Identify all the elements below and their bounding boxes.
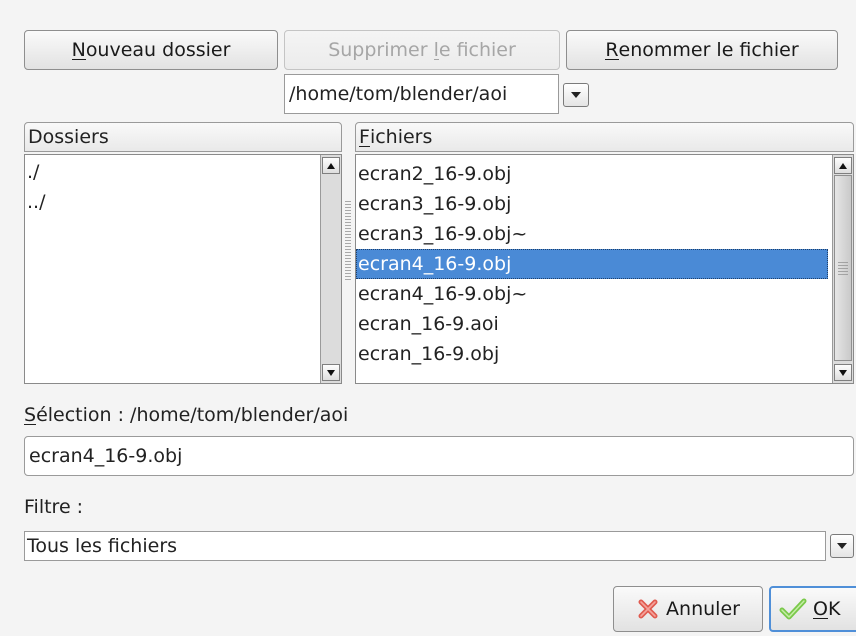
arrow-down-icon [839, 369, 847, 376]
file-item[interactable]: ecran2_16-9.obj [356, 159, 828, 189]
file-item[interactable]: ecran_16-9.obj [356, 339, 828, 369]
filter-label: Filtre : [24, 496, 84, 518]
folder-item[interactable]: ../ [25, 187, 319, 217]
folders-scroll-down-button[interactable] [322, 364, 340, 381]
delete-file-button[interactable]: Supprimer le fichier [284, 30, 560, 70]
filter-value: Tous les fichiers [27, 535, 178, 557]
path-dropdown-button[interactable] [563, 83, 589, 107]
chevron-down-icon [571, 92, 581, 98]
files-scroll-up-button[interactable] [834, 157, 852, 174]
arrow-up-icon [839, 162, 847, 169]
files-scrollbar[interactable] [832, 155, 853, 383]
cancel-x-icon [638, 599, 658, 619]
files-header-label: Fichiers [359, 126, 433, 148]
rename-file-label: Renommer le fichier [605, 39, 799, 61]
panel-splitter[interactable] [345, 200, 351, 280]
files-header[interactable]: Fichiers [355, 122, 854, 152]
folders-scrollbar[interactable] [320, 155, 341, 383]
selection-value: ecran4_16-9.obj [29, 445, 183, 467]
arrow-down-icon [327, 369, 335, 376]
ok-button[interactable]: OK [769, 586, 856, 632]
folders-scroll-up-button[interactable] [322, 157, 340, 174]
selection-input[interactable]: ecran4_16-9.obj [24, 436, 854, 476]
file-item[interactable]: ecran4_16-9.obj~ [356, 279, 828, 309]
file-item[interactable]: ecran_16-9.aoi [356, 309, 828, 339]
checkmark-icon [779, 598, 807, 620]
arrow-up-icon [327, 162, 335, 169]
grip-icon [838, 261, 848, 275]
ok-label: OK [813, 598, 841, 620]
selection-label: Sélection : /home/tom/blender/aoi [24, 404, 349, 426]
file-item[interactable]: ecran3_16-9.obj~ [356, 219, 828, 249]
files-scroll-down-button[interactable] [834, 364, 852, 381]
files-scroll-thumb[interactable] [834, 175, 852, 361]
rename-file-button[interactable]: Renommer le fichier [566, 30, 838, 70]
files-list[interactable]: ecran2_16-9.obj ecran3_16-9.obj ecran3_16-… [355, 154, 854, 384]
filter-dropdown-button[interactable] [830, 534, 854, 558]
new-folder-label: Nouveau dossier [71, 39, 231, 61]
cancel-button[interactable]: Annuler [613, 586, 763, 632]
cancel-label: Annuler [666, 598, 740, 620]
folder-item[interactable]: ./ [25, 157, 319, 187]
filter-select[interactable]: Tous les fichiers [24, 531, 826, 561]
delete-file-label: Supprimer le fichier [328, 39, 516, 61]
file-item-selected[interactable]: ecran4_16-9.obj [356, 249, 828, 279]
chevron-down-icon [837, 543, 847, 549]
path-field[interactable]: /home/tom/blender/aoi [284, 74, 559, 114]
folders-header[interactable]: Dossiers [24, 122, 342, 152]
folders-list[interactable]: ./../ [24, 154, 342, 384]
folders-header-label: Dossiers [28, 126, 109, 148]
path-value: /home/tom/blender/aoi [289, 83, 508, 105]
file-item[interactable]: ecran3_16-9.obj [356, 189, 828, 219]
new-folder-button[interactable]: Nouveau dossier [24, 30, 278, 70]
